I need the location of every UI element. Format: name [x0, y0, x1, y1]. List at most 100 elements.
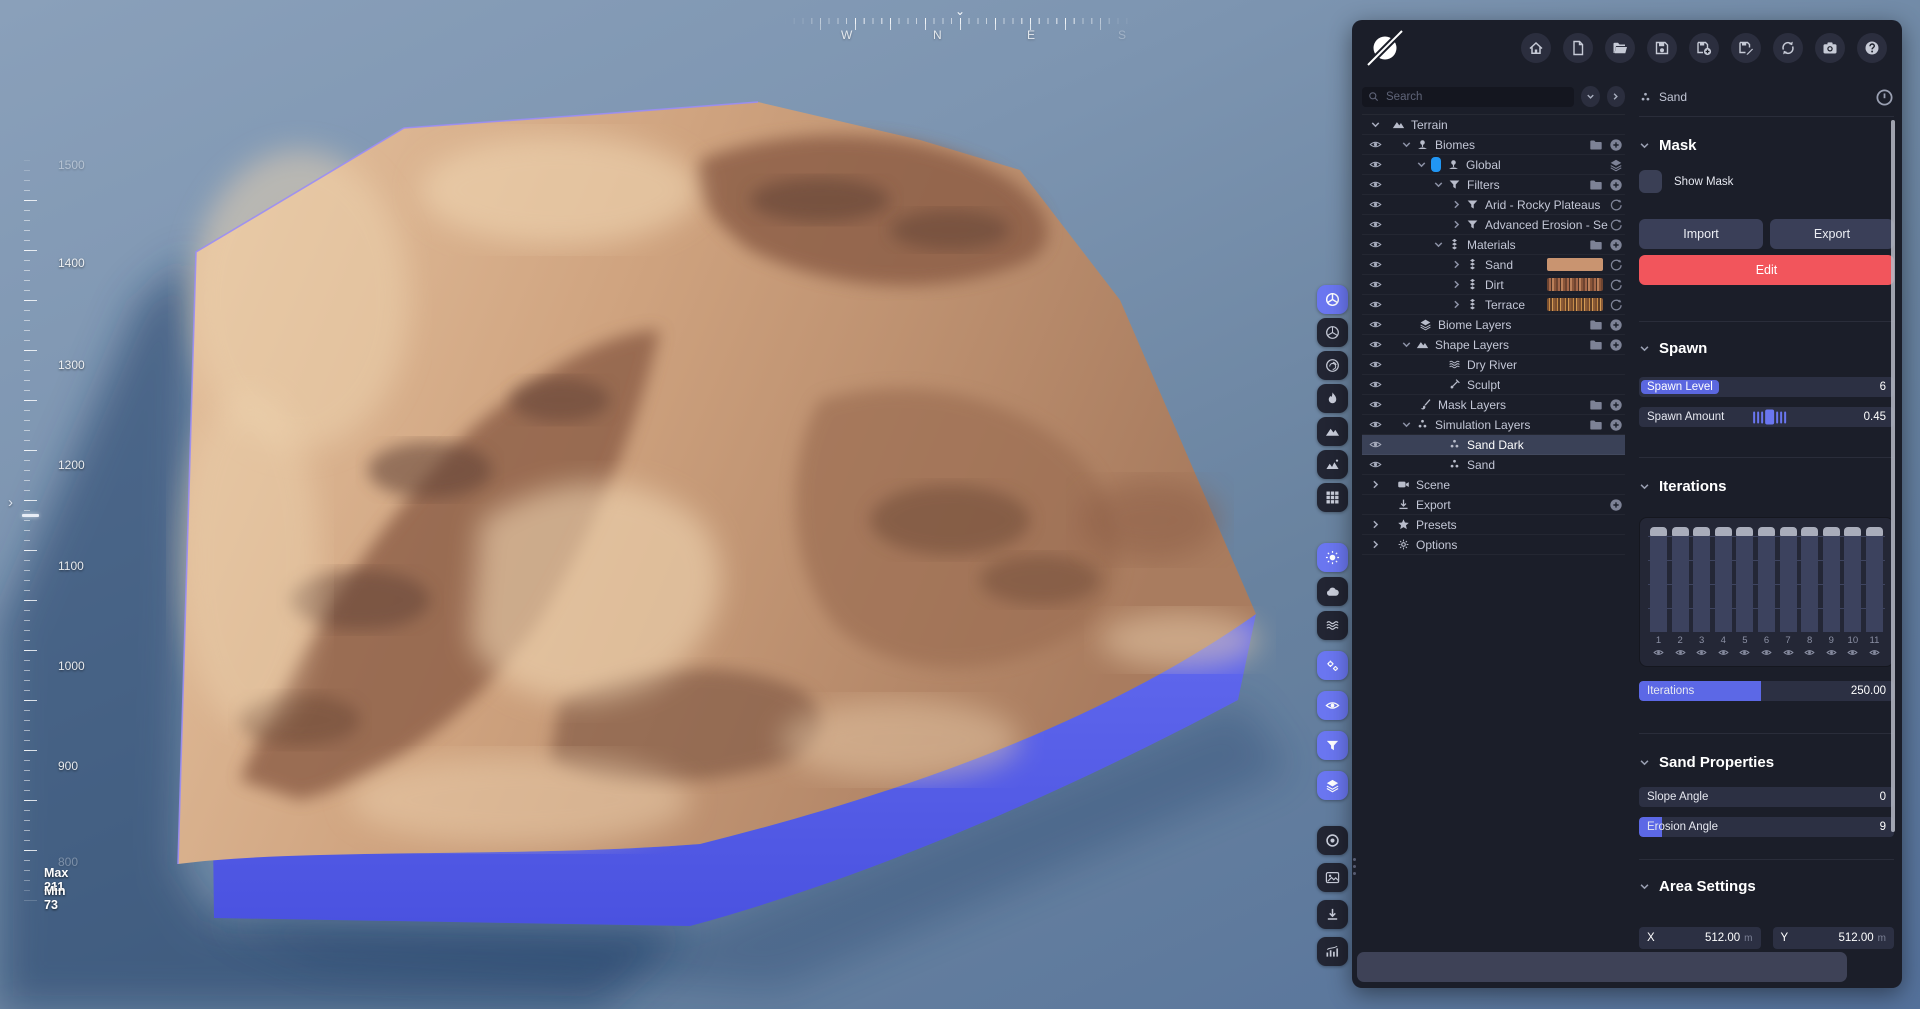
iteration-column-5[interactable]: 5 — [1736, 527, 1754, 662]
plus-action-icon[interactable] — [1609, 398, 1623, 412]
reload-button[interactable] — [1773, 33, 1803, 63]
tree-row-mask-layers[interactable]: Mask Layers — [1362, 395, 1625, 415]
iteration-slider-cap[interactable] — [1671, 527, 1689, 536]
iteration-column-8[interactable]: 8 — [1801, 527, 1819, 662]
iteration-slider-cap[interactable] — [1736, 527, 1754, 536]
iteration-slider-track[interactable] — [1671, 536, 1689, 632]
expand-toggle[interactable] — [1400, 338, 1413, 351]
collapse-all-button[interactable] — [1581, 86, 1600, 107]
iterations-graph[interactable]: 1 2 3 4 5 6 7 8 9 10 11 — [1639, 517, 1894, 667]
tree-row-materials[interactable]: Materials — [1362, 235, 1625, 255]
sync-action-icon[interactable] — [1609, 278, 1623, 292]
sync-action-icon[interactable] — [1609, 218, 1623, 232]
layers-tool-button[interactable] — [1317, 771, 1348, 800]
iteration-slider-track[interactable] — [1865, 536, 1883, 632]
iteration-slider-cap[interactable] — [1714, 527, 1732, 536]
iteration-slider-cap[interactable] — [1865, 527, 1883, 536]
sphere-swirl-tool-button[interactable] — [1317, 351, 1348, 380]
iteration-column-1[interactable]: 1 — [1650, 527, 1667, 662]
layers-action-icon[interactable] — [1609, 158, 1623, 172]
iterations-slider[interactable]: Iterations 250.00 — [1639, 681, 1894, 701]
export-button[interactable]: Export — [1770, 219, 1894, 249]
spawn-amount-slider[interactable]: Spawn Amount 0.45 — [1639, 407, 1894, 427]
record-tool-button[interactable] — [1317, 826, 1348, 855]
plus-action-icon[interactable] — [1609, 318, 1623, 332]
expand-toggle[interactable] — [1432, 178, 1445, 191]
folder-action-icon[interactable] — [1589, 138, 1603, 152]
visibility-toggle[interactable] — [1362, 218, 1388, 231]
area-y-field[interactable]: Y 512.00 m — [1772, 927, 1894, 949]
plus-action-icon[interactable] — [1609, 138, 1623, 152]
iteration-slider-track[interactable] — [1714, 536, 1732, 632]
iteration-column-9[interactable]: 9 — [1822, 527, 1840, 662]
iteration-slider-cap[interactable] — [1693, 527, 1711, 536]
iteration-column-3[interactable]: 3 — [1693, 527, 1711, 662]
tree-row-biome-layers[interactable]: Biome Layers — [1362, 315, 1625, 335]
tree-row-advanced-erosion-se[interactable]: Advanced Erosion - Se — [1362, 215, 1625, 235]
iteration-column-4[interactable]: 4 — [1714, 527, 1732, 662]
expand-toggle[interactable] — [1362, 118, 1388, 131]
iteration-slider-track[interactable] — [1693, 536, 1711, 632]
visibility-toggle[interactable] — [1362, 458, 1388, 471]
iteration-visibility-toggle[interactable] — [1674, 647, 1686, 658]
visibility-toggle[interactable] — [1362, 238, 1388, 251]
terrace-material-swatch[interactable] — [1547, 298, 1603, 311]
iteration-column-10[interactable]: 10 — [1844, 527, 1862, 662]
folder-open-button[interactable] — [1605, 33, 1635, 63]
mask-section-header[interactable]: Mask — [1639, 137, 1894, 154]
tree-row-presets[interactable]: Presets — [1362, 515, 1625, 535]
expand-toggle[interactable] — [1362, 538, 1388, 551]
sand-properties-section-header[interactable]: Sand Properties — [1639, 754, 1894, 771]
power-icon[interactable] — [1875, 88, 1894, 107]
erosion-angle-slider[interactable]: Erosion Angle 9 — [1639, 817, 1894, 837]
iteration-column-11[interactable]: 11 — [1865, 527, 1883, 662]
iteration-visibility-toggle[interactable] — [1718, 647, 1729, 658]
waves-tool-button[interactable] — [1317, 611, 1348, 640]
funnel-tool-button[interactable] — [1317, 731, 1348, 760]
spawn-section-header[interactable]: Spawn — [1639, 340, 1894, 357]
flame-tool-button[interactable] — [1317, 384, 1348, 413]
panel-bottom-bar[interactable] — [1357, 952, 1847, 982]
visibility-toggle[interactable] — [1362, 258, 1388, 271]
tree-row-sculpt[interactable]: Sculpt — [1362, 375, 1625, 395]
expand-toggle[interactable] — [1450, 278, 1463, 291]
grid-tool-button[interactable] — [1317, 483, 1348, 512]
visibility-toggle[interactable] — [1362, 378, 1388, 391]
plus-action-icon[interactable] — [1609, 418, 1623, 432]
eye-tool-button[interactable] — [1317, 691, 1348, 720]
import-button[interactable]: Import — [1639, 219, 1763, 249]
gears-tool-button[interactable] — [1317, 651, 1348, 680]
expand-toggle[interactable] — [1400, 138, 1413, 151]
help-button[interactable] — [1857, 33, 1887, 63]
folder-action-icon[interactable] — [1589, 398, 1603, 412]
plus-action-icon[interactable] — [1609, 498, 1623, 512]
panel-drag-handle[interactable] — [1353, 858, 1356, 875]
sphere-outline-tool-button[interactable] — [1317, 318, 1348, 347]
iteration-visibility-toggle[interactable] — [1653, 647, 1664, 658]
visibility-toggle[interactable] — [1362, 418, 1388, 431]
sync-action-icon[interactable] — [1609, 258, 1623, 272]
app-logo-icon[interactable] — [1364, 27, 1406, 69]
tree-row-shape-layers[interactable]: Shape Layers — [1362, 335, 1625, 355]
home-button[interactable] — [1521, 33, 1551, 63]
sand-material-swatch[interactable] — [1547, 258, 1603, 271]
visibility-toggle[interactable] — [1362, 318, 1388, 331]
expand-toggle[interactable] — [1362, 478, 1388, 491]
iteration-visibility-toggle[interactable] — [1782, 647, 1794, 658]
show-mask-checkbox[interactable] — [1639, 170, 1662, 193]
plus-action-icon[interactable] — [1609, 338, 1623, 352]
tree-row-sand-dark[interactable]: Sand Dark — [1362, 435, 1625, 455]
iteration-visibility-toggle[interactable] — [1826, 647, 1837, 658]
expand-toggle[interactable] — [1400, 418, 1413, 431]
sync-action-icon[interactable] — [1609, 298, 1623, 312]
expand-toggle[interactable] — [1432, 238, 1445, 251]
expand-toggle[interactable] — [1415, 158, 1428, 171]
save-button[interactable] — [1647, 33, 1677, 63]
iteration-slider-cap[interactable] — [1757, 527, 1775, 536]
tree-row-filters[interactable]: Filters — [1362, 175, 1625, 195]
plus-action-icon[interactable] — [1609, 178, 1623, 192]
edit-mask-button[interactable]: Edit — [1639, 255, 1894, 285]
download-tool-button[interactable] — [1317, 900, 1348, 929]
tree-row-dry-river[interactable]: Dry River — [1362, 355, 1625, 375]
iteration-visibility-toggle[interactable] — [1761, 647, 1772, 658]
